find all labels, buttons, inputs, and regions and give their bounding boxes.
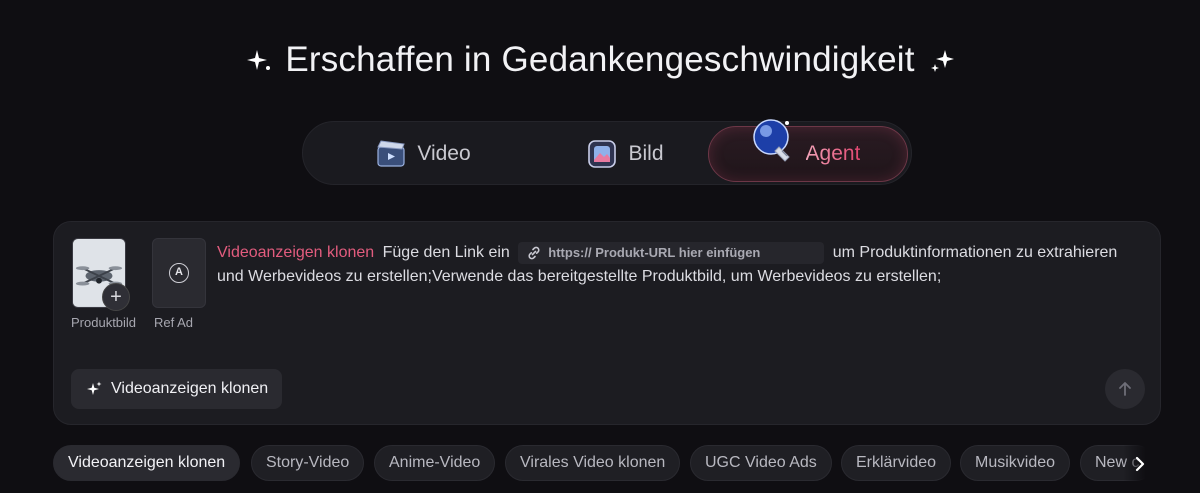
add-image-button[interactable]: +: [102, 283, 130, 311]
tab-video-label: Video: [417, 142, 471, 165]
tab-bild-label: Bild: [628, 142, 664, 165]
tab-bild[interactable]: Bild: [535, 126, 715, 182]
lightbulb-icon: [749, 113, 799, 169]
clone-video-ads-label: Videoanzeigen klonen: [111, 380, 269, 397]
ref-ad-upload[interactable]: A: [152, 238, 206, 308]
chip-anime-video[interactable]: Anime-Video: [374, 445, 496, 481]
chips-next-button[interactable]: [1122, 446, 1158, 482]
link-icon: [526, 245, 542, 261]
chip-ugc-video-ads[interactable]: UGC Video Ads: [690, 445, 832, 481]
chip-erklaervideo[interactable]: Erklärvideo: [841, 445, 952, 481]
tab-agent[interactable]: Agent: [708, 119, 908, 182]
sparkle-icon: [243, 45, 273, 75]
url-placeholder: https:// Produkt-URL hier einfügen: [548, 244, 761, 260]
clone-video-ads-button[interactable]: Videoanzeigen klonen: [71, 369, 283, 409]
prompt-tag[interactable]: Videoanzeigen klonen: [217, 244, 374, 261]
suggestion-chips: Videoanzeigen klonen Story-Video Anime-V…: [53, 445, 1161, 483]
chip-virales-video-klonen[interactable]: Virales Video klonen: [505, 445, 681, 481]
chevron-right-icon: [1135, 456, 1145, 472]
url-input[interactable]: https:// Produkt-URL hier einfügen: [518, 241, 825, 264]
chip-musikvideo[interactable]: Musikvideo: [960, 445, 1071, 481]
image-icon: [586, 138, 618, 170]
chip-videoanzeigen-klonen[interactable]: Videoanzeigen klonen: [53, 445, 241, 481]
mode-tabs: Video Bild Agent: [302, 119, 912, 185]
headline-text: Erschaffen in Gedankengeschwindigkeit: [285, 40, 915, 79]
prompt-card: + A Produktbild Ref Ad Videoanzeigen klo…: [53, 221, 1161, 425]
page-headline: Erschaffen in Gedankengeschwindigkeit: [0, 40, 1200, 80]
arrow-up-icon: [1119, 382, 1131, 396]
product-image-caption: Produktbild: [71, 315, 137, 330]
sparkle-icon: [927, 45, 957, 75]
sparkle-icon: [85, 380, 103, 398]
clapperboard-icon: [375, 138, 407, 170]
ref-ad-caption: Ref Ad: [154, 315, 194, 330]
tab-agent-label: Agent: [805, 142, 861, 165]
chip-story-video[interactable]: Story-Video: [251, 445, 365, 481]
send-button[interactable]: [1105, 369, 1145, 409]
tab-video[interactable]: Video: [333, 126, 513, 182]
prompt-text[interactable]: Videoanzeigen klonen Füge den Link ein h…: [217, 241, 1137, 289]
prompt-text-before-link: Füge den Link ein: [382, 244, 510, 261]
ref-ad-icon: A: [169, 263, 189, 283]
